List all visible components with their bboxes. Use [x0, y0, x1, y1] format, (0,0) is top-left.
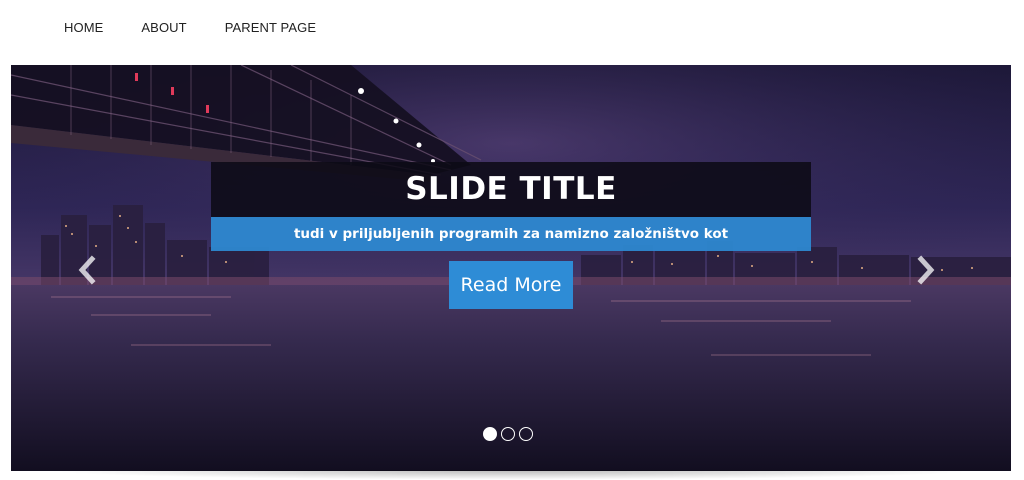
read-more-button[interactable]: Read More — [449, 261, 573, 309]
slide-subtitle: tudi v priljubljenih programih za namizn… — [211, 217, 811, 251]
nav-item-parent-page[interactable]: PARENT PAGE — [225, 20, 316, 36]
top-navigation: HOME ABOUT PARENT PAGE — [0, 0, 1024, 56]
hero-slider: SLIDE TITLE tudi v priljubljenih program… — [11, 65, 1011, 471]
next-slide-button[interactable] — [914, 255, 938, 285]
chevron-left-icon — [78, 255, 96, 285]
chevron-right-icon — [917, 255, 935, 285]
pager-dot-1[interactable] — [483, 427, 497, 441]
nav-menu: HOME ABOUT PARENT PAGE — [64, 20, 354, 36]
slider-shadow — [40, 470, 984, 480]
pager-dot-2[interactable] — [501, 427, 515, 441]
pager-dot-3[interactable] — [519, 427, 533, 441]
nav-item-about[interactable]: ABOUT — [141, 20, 186, 36]
prev-slide-button[interactable] — [75, 255, 99, 285]
slide-title: SLIDE TITLE — [211, 162, 811, 217]
nav-item-home[interactable]: HOME — [64, 20, 103, 36]
slide-pager — [483, 427, 537, 441]
